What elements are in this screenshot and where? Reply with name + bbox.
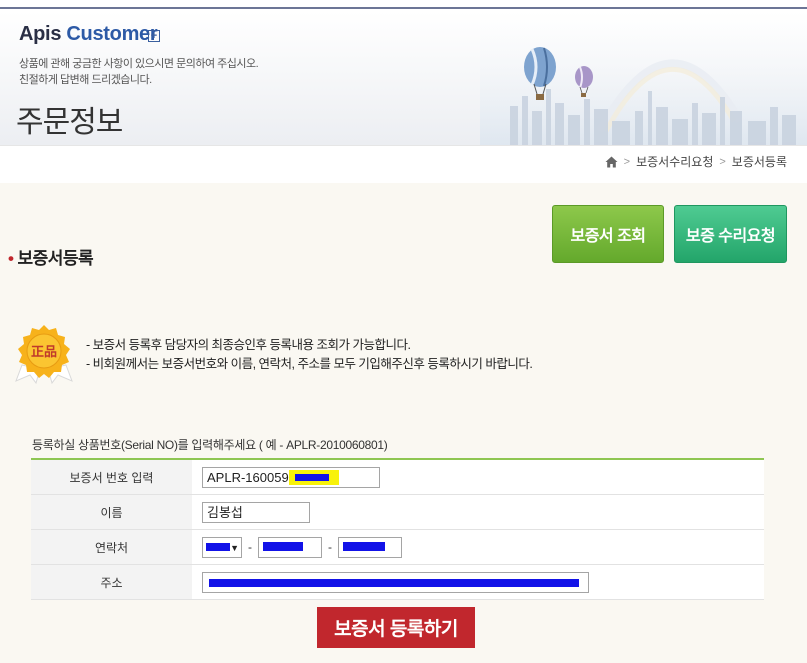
chevron-down-icon: ▼ bbox=[230, 542, 239, 553]
section-bullet: • bbox=[8, 249, 14, 268]
breadcrumb-item-warranty-register[interactable]: 보증서등록 bbox=[732, 153, 787, 170]
breadcrumb: > 보증서수리요청 > 보증서등록 bbox=[0, 145, 807, 173]
phone-middle-input[interactable] bbox=[258, 536, 322, 558]
chevron-right-icon: > bbox=[719, 155, 726, 168]
form-row-address: 주소 bbox=[31, 565, 764, 600]
page-title: 주문정보 bbox=[16, 105, 123, 140]
address-label: 주소 bbox=[31, 565, 192, 599]
serial-value-cell: APLR-1600595 bbox=[192, 460, 764, 494]
redaction-mark bbox=[295, 473, 329, 481]
page-header: Apis Customer + 상품에 관해 궁금한 사항이 있으시면 문의하여… bbox=[0, 11, 807, 145]
serial-number-input[interactable]: APLR-1600595 bbox=[202, 466, 380, 488]
section-title-text: 보증서등록 bbox=[17, 249, 94, 268]
redaction-mark bbox=[343, 541, 385, 551]
name-input[interactable]: 김봉섭 bbox=[202, 501, 310, 523]
notice-text: - 보증서 등록후 담당자의 최종승인후 등록내용 조회가 가능합니다. - 비… bbox=[86, 336, 533, 374]
breadcrumb-item-repair-request[interactable]: 보증서수리요청 bbox=[636, 153, 713, 170]
expand-plus-icon[interactable]: + bbox=[148, 30, 160, 42]
description-line-2: 친절하게 답변해 드리겠습니다. bbox=[19, 74, 152, 86]
name-value-cell: 김봉섭 bbox=[192, 495, 764, 529]
name-label: 이름 bbox=[31, 495, 192, 529]
address-value-cell bbox=[192, 565, 764, 599]
badge-text: 正品 bbox=[31, 345, 57, 360]
form-row-serial: 보증서 번호 입력 APLR-1600595 bbox=[31, 460, 764, 495]
address-input[interactable] bbox=[202, 571, 589, 593]
chevron-right-icon: > bbox=[623, 155, 631, 168]
brand-logo[interactable]: Apis Customer bbox=[19, 23, 158, 46]
section-title: • 보증서등록 bbox=[8, 244, 94, 269]
top-border bbox=[0, 0, 807, 9]
phone-last-input[interactable] bbox=[338, 536, 402, 558]
warranty-form: 보증서 번호 입력 APLR-1600595 이름 김봉섭 연락처 ▼ - - … bbox=[31, 458, 764, 600]
phone-dash: - bbox=[248, 540, 252, 554]
serial-label: 보증서 번호 입력 bbox=[31, 460, 192, 494]
breadcrumb-trail: > 보증서수리요청 > 보증서등록 bbox=[605, 153, 787, 170]
main-content: 보증서 조회 보증 수리요청 • 보증서등록 正品 - 보증서 등록후 담당자의 … bbox=[0, 183, 807, 663]
redaction-mark bbox=[206, 542, 230, 551]
serial-number-value: APLR-1600595 bbox=[207, 469, 296, 485]
description-line-1: 상품에 관해 궁금한 사항이 있으시면 문의하여 주십시오. bbox=[19, 58, 259, 70]
redaction-mark bbox=[263, 541, 303, 551]
phone-dash: - bbox=[328, 540, 332, 554]
brand-primary: Apis bbox=[19, 23, 62, 45]
phone-value-cell: ▼ - - bbox=[192, 530, 764, 564]
balloon-skyline-illustration bbox=[480, 11, 807, 145]
header-description: 상품에 관해 궁금한 사항이 있으시면 문의하여 주십시오. 친절하게 답변해 … bbox=[19, 56, 259, 88]
form-row-phone: 연락처 ▼ - - bbox=[31, 530, 764, 565]
register-warranty-button[interactable]: 보증서 등록하기 bbox=[317, 607, 475, 648]
home-icon[interactable] bbox=[605, 156, 618, 168]
form-caption: 등록하실 상품번호(Serial NO)를 입력해주세요 ( 예 - APLR-… bbox=[32, 438, 388, 452]
brand-secondary: Customer bbox=[66, 23, 158, 45]
phone-prefix-select[interactable]: ▼ bbox=[202, 536, 242, 558]
warranty-inquiry-button[interactable]: 보증서 조회 bbox=[552, 205, 664, 263]
redaction-mark bbox=[209, 578, 579, 587]
phone-label: 연락처 bbox=[31, 530, 192, 564]
notice-line-2: - 비회원께서는 보증서번호와 이름, 연락처, 주소를 모두 기입해주신후 등… bbox=[86, 357, 533, 371]
form-row-name: 이름 김봉섭 bbox=[31, 495, 764, 530]
genuine-seal-icon: 正品 bbox=[15, 325, 73, 385]
warranty-repair-request-button[interactable]: 보증 수리요청 bbox=[674, 205, 787, 263]
notice-line-1: - 보증서 등록후 담당자의 최종승인후 등록내용 조회가 가능합니다. bbox=[86, 338, 411, 352]
